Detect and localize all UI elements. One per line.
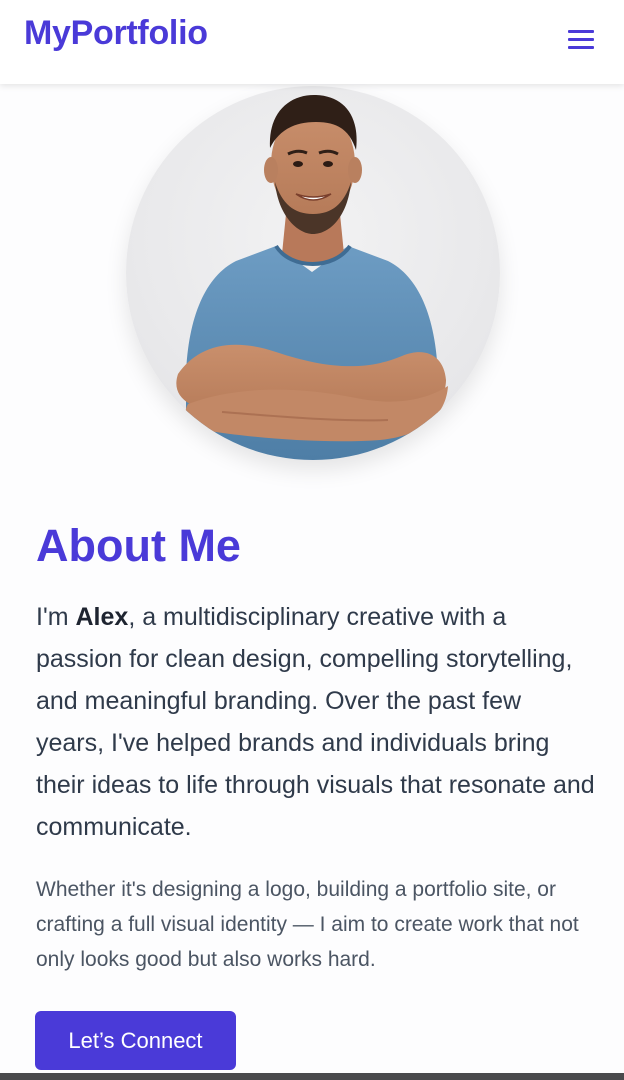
site-header: MyPortfolio [0,0,624,84]
bottom-edge-bar [0,1073,624,1080]
site-logo[interactable]: MyPortfolio [24,14,208,53]
para1-suffix: , a multidisciplinary creative with a pa… [36,603,595,841]
portrait-illustration [176,94,448,460]
profile-photo [126,86,500,460]
about-paragraph-1: I'm Alex, a multidisciplinary creative w… [36,596,596,848]
about-paragraph-2: Whether it's designing a logo, building … [36,878,579,971]
hamburger-menu-icon[interactable] [566,27,596,53]
lets-connect-button[interactable]: Let’s Connect [35,1011,236,1070]
about-title: About Me [36,520,241,571]
page: MyPortfolio About Me I'm Alex, a multidi… [0,0,624,1080]
author-name: Alex [75,603,129,631]
para1-prefix: I'm [36,603,76,631]
